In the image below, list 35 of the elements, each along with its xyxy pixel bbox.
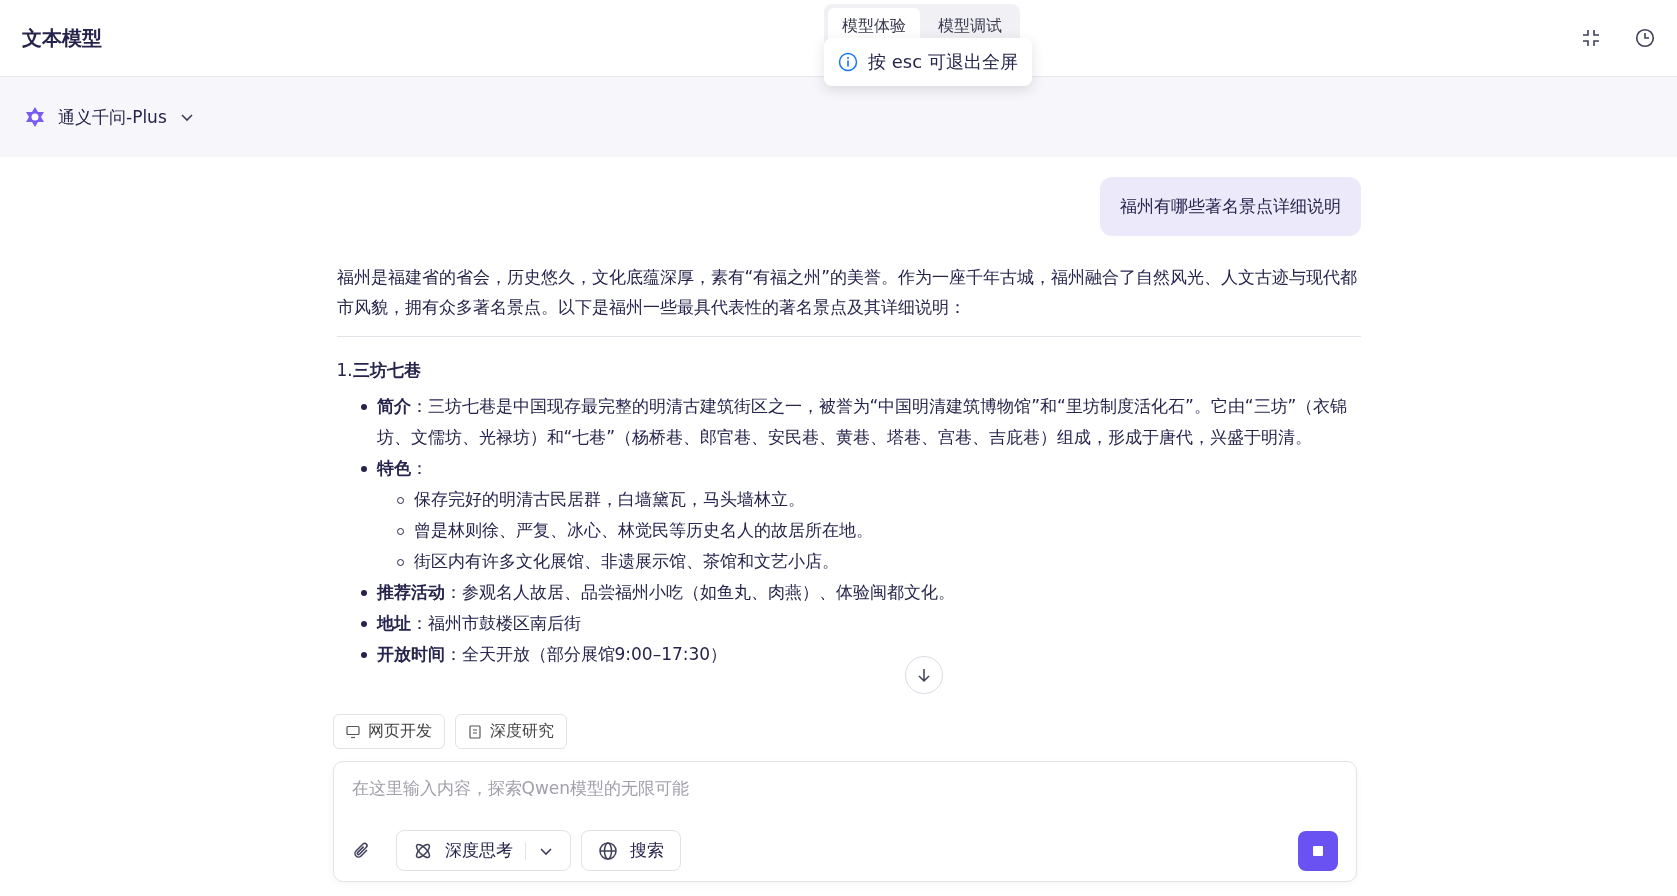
bullet-icon — [360, 404, 367, 410]
monitor-icon — [345, 724, 360, 739]
clock-icon[interactable] — [1635, 28, 1655, 48]
list-item: 地址：福州市鼓楼区南后街 — [376, 612, 581, 635]
list-item: 曾是林则徐、严复、冰心、林觉民等历史名人的故居所在地。 — [413, 519, 873, 542]
section-heading: 1.三坊七巷 — [336, 359, 422, 382]
list-item: 特色： — [376, 457, 428, 480]
model-selector[interactable]: 通义千问-Plus — [24, 105, 195, 129]
globe-icon — [597, 840, 618, 861]
list-item: 简介：三坊七巷是中国现存最完整的明清古建筑街区之一，被誉为“中国明清建筑博物馆”和“里坊制度活化石”。它由“三坊”（衣锦坊、文儒坊、光禄坊）和“七巷”（杨桥巷、郎官巷、安民巷、黄巷、塔巷、宫巷、吉庇巷）组成，形成于唐代，兴盛于明清。 — [376, 395, 1349, 449]
search-button[interactable]: 搜索 — [580, 830, 681, 871]
bullet-icon — [360, 590, 367, 596]
scroll-down-button[interactable] — [905, 656, 943, 694]
list-item: 推荐活动：参观名人故居、品尝福州小吃（如鱼丸、肉燕）、体验闽都文化。 — [376, 581, 955, 604]
info-icon — [838, 52, 858, 72]
toast-text: 按 esc 可退出全屏 — [868, 50, 1018, 74]
list-item: 保存完好的明清古民居群，白墙黛瓦，马头墙林立。 — [413, 488, 805, 511]
shortcut-chip[interactable]: 网页开发 — [332, 714, 445, 749]
user-message: 福州有哪些著名景点详细说明 — [1099, 177, 1361, 236]
answer-paragraph: 福州是福建省的省会，历史悠久，文化底蕴深厚，素有“有福之州”的美誉。作为一座千年古城，福州融合了自然风光、人文古迹与现代都市风貌，拥有众多著名景点。以下是福州一些最具代表性的著名景点及其详细说明： — [336, 266, 1359, 319]
tab[interactable]: 模型调试 — [924, 8, 1016, 45]
document-icon — [467, 724, 482, 739]
stop-button[interactable] — [1297, 830, 1338, 871]
bullet-icon — [360, 652, 367, 658]
shortcut-chip[interactable]: 深度研究 — [454, 714, 567, 749]
bullet-icon — [360, 621, 367, 627]
exit-fullscreen-icon[interactable] — [1581, 28, 1601, 48]
bullet-icon — [360, 466, 367, 472]
arrow-down-icon — [916, 667, 932, 683]
stop-icon — [1311, 844, 1324, 857]
page-title: 文本模型 — [22, 24, 102, 52]
list-item: 开放时间：全天开放（部分展馆9:00–17:30） — [376, 643, 728, 666]
list-item: 街区内有许多文化展馆、非遗展示馆、茶馆和文艺小店。 — [413, 550, 839, 573]
deep-think-button[interactable]: 深度思考 — [395, 830, 571, 871]
star-logo-icon — [24, 106, 46, 128]
